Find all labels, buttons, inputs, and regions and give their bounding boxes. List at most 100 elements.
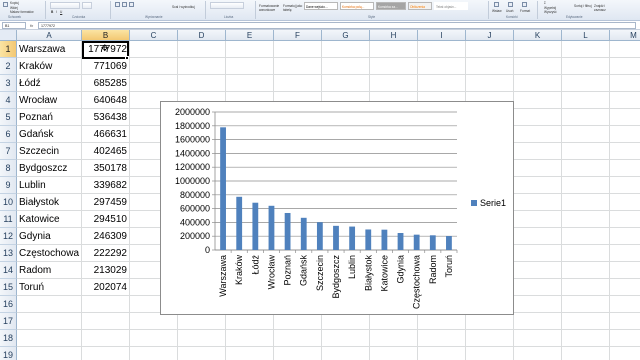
insert-button[interactable]: Wstaw	[492, 9, 502, 13]
font-name-select[interactable]	[50, 2, 80, 9]
cell-a6[interactable]: Gdańsk	[17, 126, 82, 143]
format-icon[interactable]	[522, 2, 527, 7]
delete-button[interactable]: Usuń	[506, 9, 513, 13]
column-header-b[interactable]: B	[82, 30, 130, 41]
row-header-1[interactable]: 1	[0, 41, 17, 58]
cell-b14[interactable]: 213029	[82, 262, 130, 279]
row-header-2[interactable]: 2	[0, 58, 17, 75]
cell-b8[interactable]: 350178	[82, 160, 130, 177]
column-header-l[interactable]: L	[562, 30, 610, 41]
autosum-button[interactable]: Σ	[544, 1, 546, 5]
style-input-data[interactable]: Dane wejścio...	[304, 2, 338, 10]
cell-b7[interactable]: 402465	[82, 143, 130, 160]
cell-a4[interactable]: Wrocław	[17, 92, 82, 109]
row-header-10[interactable]: 10	[0, 194, 17, 211]
formula-input[interactable]: 1777972	[38, 22, 636, 29]
row-header-14[interactable]: 14	[0, 262, 17, 279]
row-header-4[interactable]: 4	[0, 92, 17, 109]
bold-button[interactable]: B	[51, 10, 53, 14]
italic-button[interactable]: I	[56, 10, 57, 14]
column-header-m[interactable]: M	[610, 30, 640, 41]
style-calculation[interactable]: Obliczenia	[408, 2, 432, 10]
cell-a2[interactable]: Kraków	[17, 58, 82, 75]
cell-a12[interactable]: Gdynia	[17, 228, 82, 245]
row-header-5[interactable]: 5	[0, 109, 17, 126]
align-center-icon[interactable]	[122, 2, 127, 7]
cell-b11[interactable]: 294510	[82, 211, 130, 228]
cell-a11[interactable]: Katowice	[17, 211, 82, 228]
cell-b4[interactable]: 640648	[82, 92, 130, 109]
cell-a14[interactable]: Radom	[17, 262, 82, 279]
paste-icon[interactable]	[3, 2, 8, 7]
insert-icon[interactable]	[494, 2, 499, 7]
row-header-15[interactable]: 15	[0, 279, 17, 296]
style-check-cell[interactable]: Komórka za...	[376, 2, 406, 10]
column-header-i[interactable]: I	[418, 30, 466, 41]
column-header-h[interactable]: H	[370, 30, 418, 41]
format-painter-button[interactable]: Malarz formatów	[10, 10, 34, 14]
conditional-formatting-button[interactable]: Formatowanie warunkowe	[259, 4, 281, 12]
row-header-16[interactable]: 16	[0, 296, 17, 313]
delete-icon[interactable]	[508, 2, 513, 7]
chart-ytick-label: 2000000	[175, 107, 210, 117]
fill-handle[interactable]	[125, 56, 129, 60]
cell-a8[interactable]: Bydgoszcz	[17, 160, 82, 177]
align-right-icon[interactable]	[129, 2, 134, 7]
find-select-button[interactable]: Znajdź i zaznacz	[594, 4, 614, 12]
format-button[interactable]: Format	[520, 9, 530, 13]
sort-filter-button[interactable]: Sortuj i filtruj	[574, 4, 592, 8]
column-header-c[interactable]: C	[130, 30, 178, 41]
name-box[interactable]: B1	[2, 22, 26, 29]
cell-b15[interactable]: 202074	[82, 279, 130, 296]
row-header-6[interactable]: 6	[0, 126, 17, 143]
cell-a3[interactable]: Łódź	[17, 75, 82, 92]
cell-b9[interactable]: 339682	[82, 177, 130, 194]
cell-b13[interactable]: 222292	[82, 245, 130, 262]
row-header-11[interactable]: 11	[0, 211, 17, 228]
select-all-corner[interactable]	[0, 30, 17, 41]
row-header-7[interactable]: 7	[0, 143, 17, 160]
cell-a15[interactable]: Toruń	[17, 279, 82, 296]
clear-button[interactable]: Wyczyść	[544, 10, 557, 14]
style-explanatory[interactable]: Tekst objaśn...	[434, 2, 468, 10]
cell-b12[interactable]: 246309	[82, 228, 130, 245]
cell-a5[interactable]: Poznań	[17, 109, 82, 126]
cell-a13[interactable]: Częstochowa	[17, 245, 82, 262]
copy-button[interactable]: Kopiuj	[10, 1, 19, 5]
font-size-select[interactable]	[82, 2, 92, 9]
cell-a9[interactable]: Lublin	[17, 177, 82, 194]
underline-button[interactable]: U	[60, 10, 62, 14]
column-header-e[interactable]: E	[226, 30, 274, 41]
row-header-19[interactable]: 19	[0, 347, 17, 360]
embedded-chart[interactable]: 0 200000 400000 600000 800000 1000000 1200000 1…	[160, 101, 514, 315]
column-header-d[interactable]: D	[178, 30, 226, 41]
cell-b2[interactable]: 771069	[82, 58, 130, 75]
row-header-17[interactable]: 17	[0, 313, 17, 330]
number-format-select[interactable]	[210, 2, 244, 9]
fx-icon[interactable]: fx	[30, 22, 33, 29]
cell-b3[interactable]: 685285	[82, 75, 130, 92]
style-linked-cell[interactable]: Komórka połą...	[340, 2, 374, 10]
row-header-8[interactable]: 8	[0, 160, 17, 177]
column-header-j[interactable]: J	[466, 30, 514, 41]
column-header-a[interactable]: A	[17, 30, 82, 41]
row-header-3[interactable]: 3	[0, 75, 17, 92]
align-left-icon[interactable]	[115, 2, 120, 7]
cell-b5[interactable]: 536438	[82, 109, 130, 126]
row-header-12[interactable]: 12	[0, 228, 17, 245]
ribbon-separator	[255, 1, 256, 19]
chart-ytick-label: 800000	[180, 190, 210, 200]
cell-b6[interactable]: 466631	[82, 126, 130, 143]
column-header-f[interactable]: F	[274, 30, 322, 41]
format-as-table-button[interactable]: Formatuj jako tabelę	[283, 4, 303, 12]
column-header-g[interactable]: G	[322, 30, 370, 41]
cell-a1[interactable]: Warszawa	[17, 41, 82, 58]
row-header-18[interactable]: 18	[0, 330, 17, 347]
row-header-13[interactable]: 13	[0, 245, 17, 262]
cell-a10[interactable]: Białystok	[17, 194, 82, 211]
cell-a7[interactable]: Szczecin	[17, 143, 82, 160]
cell-b10[interactable]: 297459	[82, 194, 130, 211]
column-header-k[interactable]: K	[514, 30, 562, 41]
merge-center-button[interactable]: Scal i wyśrodkuj	[172, 5, 195, 9]
row-header-9[interactable]: 9	[0, 177, 17, 194]
